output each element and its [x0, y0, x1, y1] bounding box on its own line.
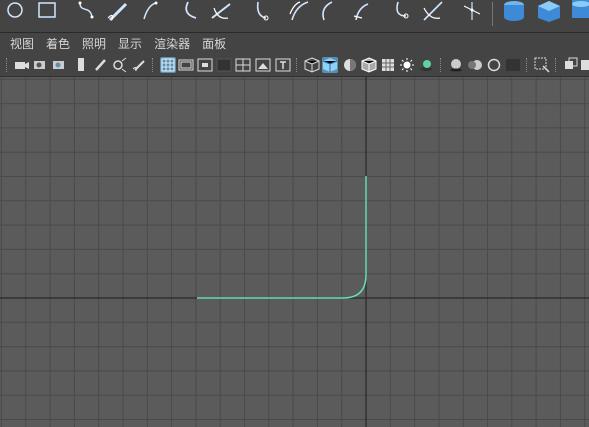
nurbs-cone-icon[interactable] — [568, 0, 589, 22]
attach-curve-icon[interactable] — [252, 0, 276, 22]
film-gate-icon[interactable] — [178, 57, 194, 73]
toolbar-handle[interactable] — [6, 58, 9, 72]
select-camera-icon[interactable] — [14, 57, 30, 73]
toolbar-separator — [152, 58, 155, 72]
depth-of-field-icon[interactable] — [505, 57, 521, 73]
toolbar-separator — [555, 58, 558, 72]
toolbar-separator — [526, 58, 529, 72]
extend-curve-icon[interactable] — [316, 0, 340, 22]
nurbs-circle-icon[interactable] — [4, 0, 26, 22]
two-d-pan-zoom-icon[interactable] — [112, 57, 128, 73]
resolution-gate-icon[interactable] — [197, 57, 213, 73]
ep-curve-icon[interactable] — [138, 0, 162, 22]
fillet-curve-object[interactable] — [0, 77, 589, 427]
nurbs-cube-icon[interactable] — [536, 0, 562, 22]
camera-attributes-icon[interactable] — [33, 57, 49, 73]
nurbs-square-icon[interactable] — [36, 0, 58, 22]
xray-joints-icon[interactable] — [580, 57, 589, 73]
menu-shading[interactable]: 着色 — [46, 33, 70, 55]
grid-icon[interactable] — [160, 57, 176, 73]
gate-mask-icon[interactable] — [216, 57, 232, 73]
menu-renderer[interactable]: 渲染器 — [154, 33, 190, 55]
menu-show[interactable]: 显示 — [118, 33, 142, 55]
toolbar-separator — [296, 58, 299, 72]
fillet-curve-icon[interactable] — [392, 0, 416, 22]
menu-view[interactable]: 视图 — [10, 33, 34, 55]
offset-curve-icon[interactable] — [350, 0, 376, 22]
pencil-curve-icon[interactable] — [106, 0, 134, 22]
toolbar-separator — [440, 58, 443, 72]
shadows-icon[interactable] — [418, 57, 434, 73]
bookmarks-icon[interactable] — [52, 57, 68, 73]
default-material-icon[interactable] — [342, 57, 358, 73]
grease-pencil-tool-icon[interactable] — [131, 57, 147, 73]
multisample-antialiasing-icon[interactable] — [486, 57, 502, 73]
nurbs-cylinder-icon[interactable] — [500, 0, 528, 22]
menu-panels[interactable]: 面板 — [202, 33, 226, 55]
cut-curve-icon[interactable] — [420, 0, 446, 22]
field-chart-icon[interactable] — [235, 57, 251, 73]
panel-toolbar — [0, 54, 589, 77]
safe-action-icon[interactable] — [255, 57, 271, 73]
shelf-separator — [492, 2, 493, 26]
image-plane-icon[interactable] — [73, 57, 89, 73]
wireframe-icon[interactable] — [304, 57, 320, 73]
arc-icon[interactable] — [180, 0, 204, 22]
perspective-viewport[interactable] — [0, 77, 589, 427]
motion-blur-icon[interactable] — [467, 57, 483, 73]
use-all-lights-icon[interactable] — [399, 57, 415, 73]
wireframe-on-shaded-icon[interactable] — [361, 57, 377, 73]
smooth-shade-icon[interactable] — [322, 57, 338, 73]
isolate-select-icon[interactable] — [534, 57, 550, 73]
cv-curve-icon[interactable] — [76, 0, 100, 22]
intersect-curve-icon[interactable] — [460, 0, 486, 22]
nurbs-curve[interactable] — [197, 176, 367, 299]
curves-shelf — [0, 0, 589, 32]
grease-pencil-icon[interactable] — [93, 57, 109, 73]
bezier-curve-icon[interactable] — [208, 0, 236, 22]
xray-icon[interactable] — [563, 57, 579, 73]
ambient-occlusion-icon[interactable] — [448, 57, 464, 73]
textured-icon[interactable] — [380, 57, 396, 73]
detach-curve-icon[interactable] — [286, 0, 314, 22]
menu-lighting[interactable]: 照明 — [82, 33, 106, 55]
safe-title-icon[interactable] — [275, 57, 291, 73]
panel-menu-bar: 视图 着色 照明 显示 渲染器 面板 — [0, 32, 589, 55]
